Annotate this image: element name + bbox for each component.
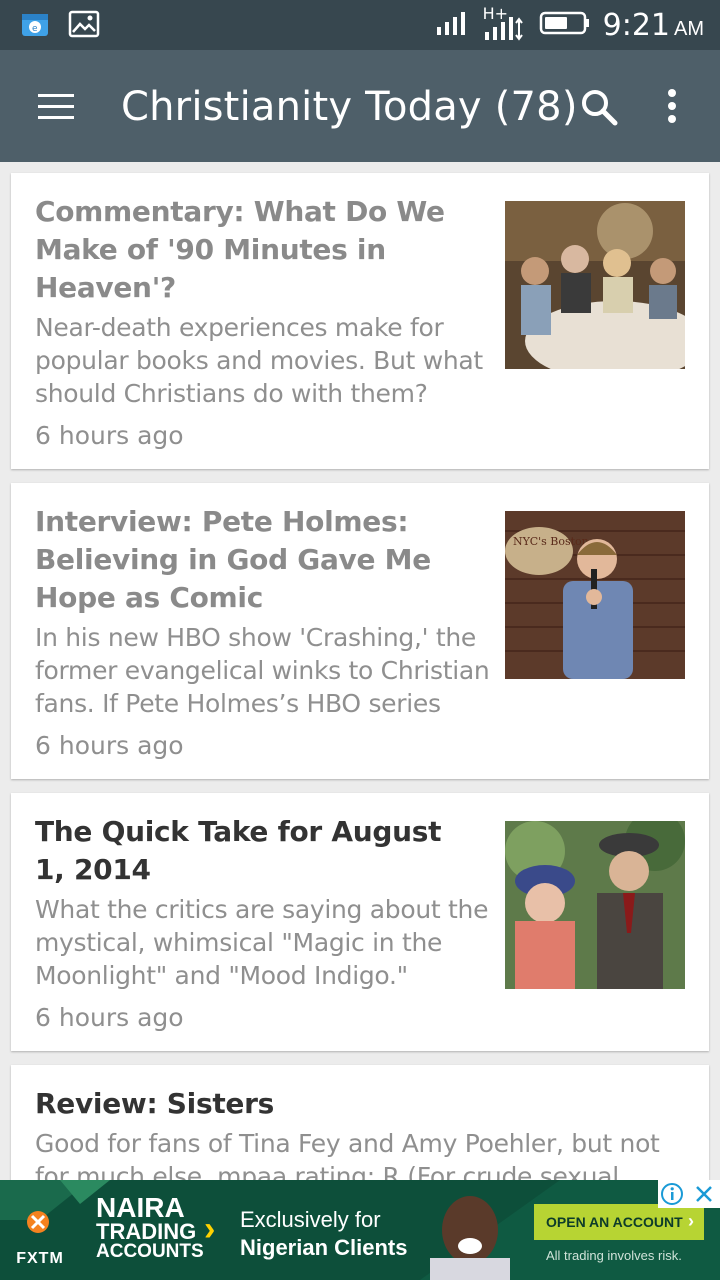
article-headline: The Quick Take for August 1, 2014 bbox=[35, 815, 442, 886]
article-card[interactable]: The Quick Take for August 1, 2014 What t… bbox=[11, 793, 709, 1051]
close-icon[interactable] bbox=[692, 1182, 716, 1211]
ad-headline-line-2: TRADING bbox=[96, 1219, 197, 1244]
ad-disclaimer: All trading involves risk. bbox=[546, 1248, 682, 1263]
more-vert-icon[interactable] bbox=[660, 88, 684, 128]
info-icon[interactable] bbox=[660, 1182, 684, 1211]
battery-icon bbox=[539, 10, 591, 41]
article-headline: Commentary: What Do We Make of '90 Minut… bbox=[35, 195, 445, 304]
page-title: Christianity Today (78) bbox=[121, 84, 578, 130]
open-account-label: OPEN AN ACCOUNT bbox=[546, 1214, 683, 1230]
article-time: 6 hours ago bbox=[35, 731, 184, 760]
fxtm-logo: FXTM bbox=[10, 1194, 70, 1274]
cloud-app-icon: e bbox=[20, 10, 50, 43]
ad-brand: FXTM bbox=[16, 1250, 64, 1267]
article-card[interactable]: Commentary: What Do We Make of '90 Minut… bbox=[11, 173, 709, 469]
svg-text:e: e bbox=[32, 24, 38, 34]
article-headline: Review: Sisters bbox=[35, 1087, 274, 1120]
status-bar: e H+ 9:21 AM bbox=[0, 0, 720, 50]
article-time: 6 hours ago bbox=[35, 421, 184, 450]
ad-headline-line-1: NAIRA bbox=[96, 1192, 185, 1223]
clock-time: 9:21 bbox=[602, 7, 670, 43]
search-icon[interactable] bbox=[580, 88, 620, 128]
ad-headline: NAIRA TRADING ACCOUNTS bbox=[96, 1194, 204, 1262]
gallery-icon bbox=[68, 10, 100, 43]
ad-tagline-line-2: Nigerian Clients bbox=[240, 1235, 408, 1260]
ad-tagline: Exclusively for Nigerian Clients bbox=[240, 1206, 407, 1262]
ad-person-image bbox=[430, 1196, 510, 1280]
thumbnail-sign-text: NYC's Boston bbox=[513, 535, 589, 548]
ad-headline-line-3: ACCOUNTS bbox=[96, 1241, 204, 1262]
ad-tagline-line-1: Exclusively for bbox=[240, 1207, 381, 1232]
chevron-right-icon: › bbox=[204, 1210, 216, 1248]
article-headline: Interview: Pete Holmes: Believing in God… bbox=[35, 505, 431, 614]
article-summary: Near-death experiences make for popular … bbox=[35, 313, 483, 408]
article-thumbnail bbox=[505, 821, 685, 989]
clock-ampm: AM bbox=[674, 17, 704, 40]
ad-choices bbox=[658, 1180, 720, 1208]
article-summary: In his new HBO show 'Crashing,' the form… bbox=[35, 623, 490, 718]
article-summary: Good for fans of Tina Fey and Amy Poehle… bbox=[35, 1129, 660, 1180]
network-hplus-icon: H+ bbox=[483, 4, 527, 44]
app-bar: Christianity Today (78) bbox=[0, 50, 720, 162]
article-card[interactable]: Review: Sisters Good for fans of Tina Fe… bbox=[11, 1065, 709, 1180]
article-list: Commentary: What Do We Make of '90 Minut… bbox=[0, 162, 720, 1180]
ad-banner[interactable]: FXTM NAIRA TRADING ACCOUNTS › Exclusivel… bbox=[0, 1180, 720, 1280]
menu-icon[interactable] bbox=[38, 94, 74, 122]
article-time: 6 hours ago bbox=[35, 1003, 184, 1032]
article-summary: What the critics are saying about the my… bbox=[35, 895, 489, 990]
article-thumbnail: NYC's Boston bbox=[505, 511, 685, 679]
article-thumbnail bbox=[505, 201, 685, 369]
article-card[interactable]: Interview: Pete Holmes: Believing in God… bbox=[11, 483, 709, 779]
chevron-right-icon: › bbox=[688, 1211, 694, 1231]
signal-icon bbox=[435, 9, 471, 42]
